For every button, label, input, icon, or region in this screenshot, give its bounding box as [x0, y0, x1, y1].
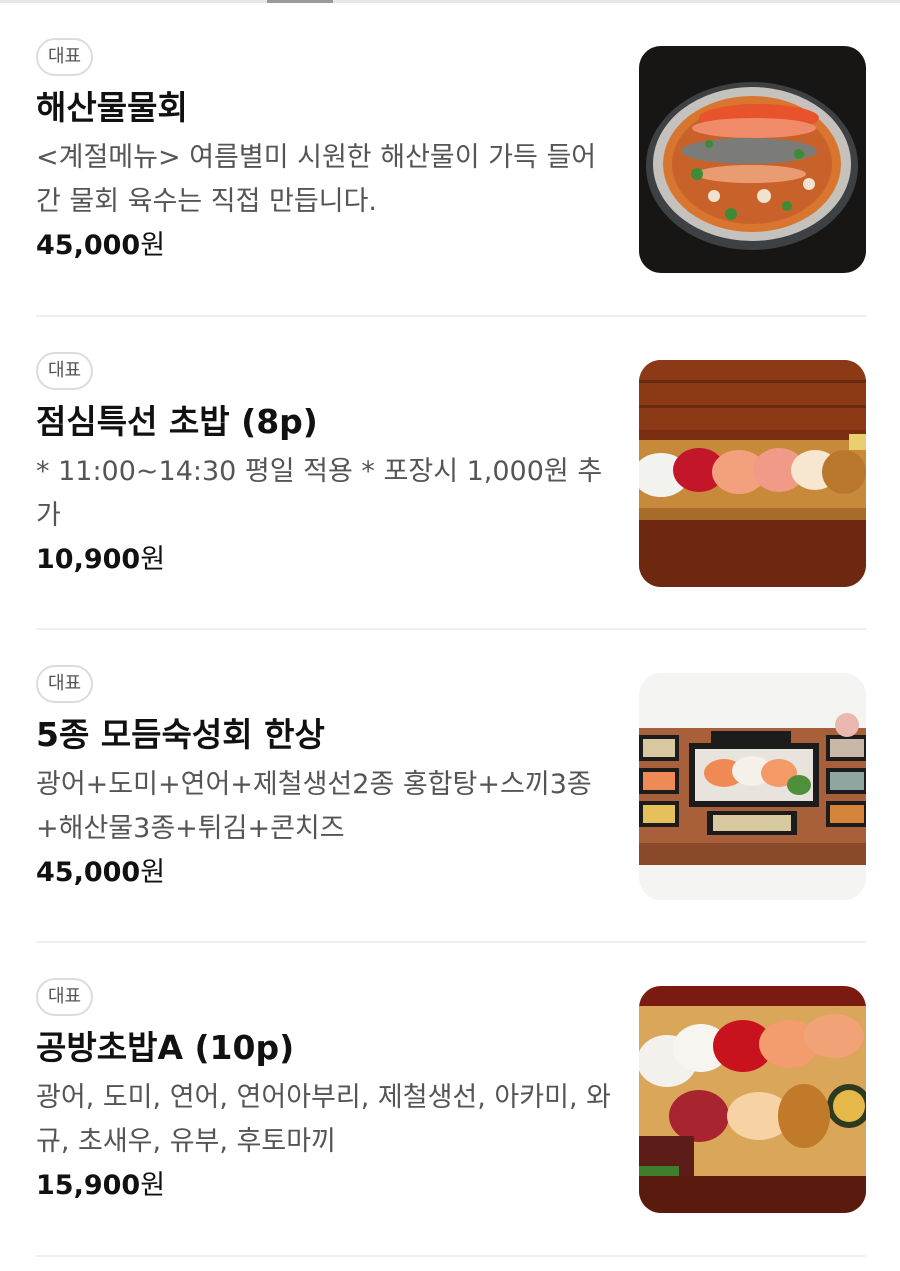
divider [36, 1255, 866, 1257]
divider [36, 628, 866, 630]
menu-item-gongbang-sushi-a[interactable]: 대표 공방초밥A (10p) 광어, 도미, 연어, 연어아부리, 제철생선, … [36, 978, 866, 1213]
price-currency: 원 [140, 230, 166, 261]
signature-badge: 대표 [36, 38, 94, 76]
menu-item-price: 45,000원 [36, 853, 616, 893]
menu-item-name: 공방초밥A (10p) [36, 1028, 295, 1067]
menu-item-price: 45,000원 [36, 226, 616, 266]
menu-item-name: 5종 모듬숙성회 한상 [36, 715, 325, 754]
price-currency: 원 [140, 1170, 166, 1201]
menu-item-price: 10,900원 [36, 540, 616, 580]
signature-badge: 대표 [36, 352, 94, 390]
menu-item-assorted-sashimi-set[interactable]: 대표 5종 모듬숙성회 한상 광어+도미+연어+제철생선2종 홍합탕+스끼3종+… [36, 665, 866, 900]
menu-item-description: <계절메뉴> 여름별미 시원한 해산물이 가득 들어간 물회 육수는 직접 만듭… [36, 142, 597, 217]
menu-item-photo[interactable] [639, 360, 866, 587]
menu-item-photo[interactable] [639, 673, 866, 900]
price-value: 10,900 [36, 544, 141, 575]
price-currency: 원 [140, 857, 166, 888]
menu-item-photo[interactable] [639, 986, 866, 1213]
menu-item-name: 점심특선 초밥 (8p) [36, 402, 318, 441]
menu-item-photo[interactable] [639, 46, 866, 273]
price-value: 15,900 [36, 1170, 141, 1201]
menu-item-description: 광어, 도미, 연어, 연어아부리, 제철생선, 아카미, 와규, 초새우, 유… [36, 1082, 611, 1157]
signature-badge: 대표 [36, 978, 94, 1016]
menu-item-lunch-sushi[interactable]: 대표 점심특선 초밥 (8p) * 11:00~14:30 평일 적용 * 포장… [36, 352, 866, 587]
price-value: 45,000 [36, 230, 141, 261]
signature-badge: 대표 [36, 665, 94, 703]
divider [36, 941, 866, 943]
menu-item-description: 광어+도미+연어+제철생선2종 홍합탕+스끼3종+해산물3종+튀김+콘치즈 [36, 769, 592, 844]
price-currency: 원 [140, 544, 166, 575]
top-scroll-indicator [267, 0, 333, 3]
divider [36, 315, 866, 317]
top-scroll-track [0, 0, 900, 3]
menu-item-name: 해산물물회 [36, 88, 188, 127]
menu-item-price: 15,900원 [36, 1166, 616, 1206]
menu-item-seafood-mulhoe[interactable]: 대표 해산물물회 <계절메뉴> 여름별미 시원한 해산물이 가득 들어간 물회 … [36, 38, 866, 273]
price-value: 45,000 [36, 857, 141, 888]
menu-item-description: * 11:00~14:30 평일 적용 * 포장시 1,000원 추가 [36, 456, 603, 531]
